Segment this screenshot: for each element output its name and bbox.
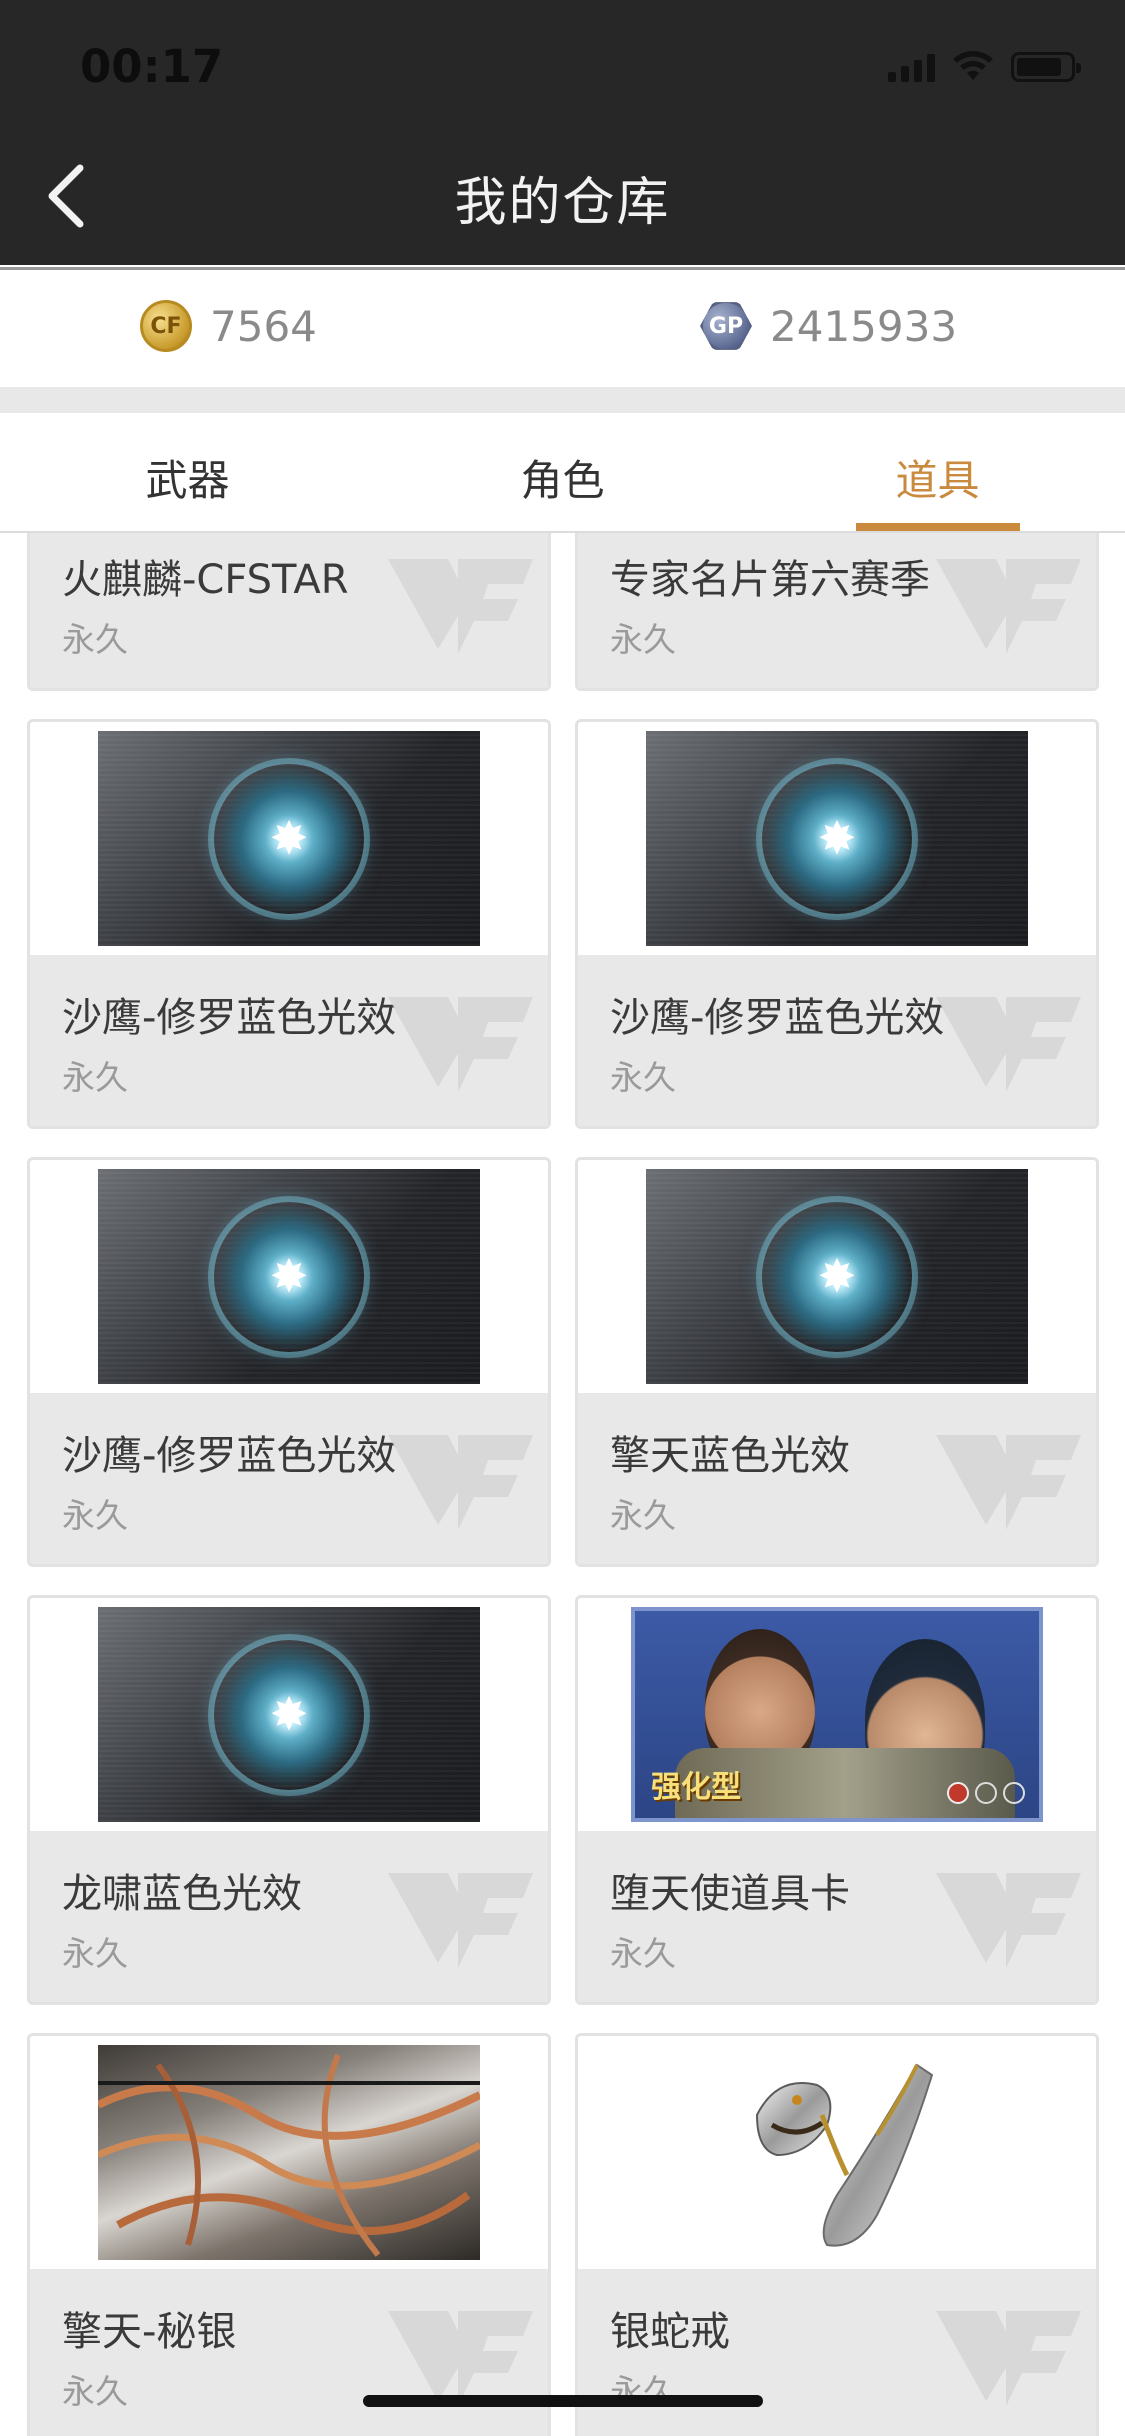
status-icons bbox=[888, 50, 1081, 82]
snake-ring-thumbnail bbox=[755, 2063, 934, 2247]
item-card[interactable]: 强化型 堕天使道具卡 永久 bbox=[575, 1595, 1099, 2005]
item-card[interactable]: 火麒麟-CFSTAR 永久 bbox=[27, 533, 551, 691]
tab-weapons[interactable]: 武器 bbox=[0, 413, 375, 531]
cf-logo-watermark-icon bbox=[388, 1435, 533, 1530]
item-card[interactable]: ✸ 龙啸蓝色光效 永久 bbox=[27, 1595, 551, 2005]
item-thumbnail: 强化型 bbox=[578, 1598, 1096, 1831]
item-info: 银蛇戒 永久 bbox=[578, 2269, 1096, 2436]
gp-coin-icon: GP bbox=[700, 302, 752, 350]
item-info: 龙啸蓝色光效 永久 bbox=[30, 1831, 548, 2002]
cf-logo-watermark-icon bbox=[936, 559, 1081, 654]
cf-coin-icon: CF bbox=[140, 300, 192, 352]
item-thumbnail: ✸ bbox=[30, 1160, 548, 1393]
item-info: 专家名片第六赛季 永久 bbox=[578, 533, 1096, 688]
top-bar: 00:17 我的仓库 bbox=[0, 0, 1125, 265]
character-card-thumbnail: 强化型 bbox=[631, 1607, 1043, 1822]
item-name: 沙鹰-修罗蓝色光效 bbox=[62, 1433, 397, 1479]
item-thumbnail bbox=[30, 2036, 548, 2269]
blue-effect-thumbnail: ✸ bbox=[98, 1607, 480, 1822]
gp-currency: GP 2415933 bbox=[700, 300, 957, 352]
item-card[interactable]: ✸ 擎天蓝色光效 永久 bbox=[575, 1157, 1099, 1567]
item-duration: 永久 bbox=[62, 1496, 128, 1535]
item-name: 龙啸蓝色光效 bbox=[62, 1871, 302, 1917]
cf-logo-watermark-icon bbox=[936, 2311, 1081, 2406]
item-name: 银蛇戒 bbox=[610, 2309, 730, 2355]
blue-effect-thumbnail: ✸ bbox=[98, 731, 480, 946]
cf-logo-watermark-icon bbox=[388, 1873, 533, 1968]
item-duration: 永久 bbox=[610, 1058, 676, 1097]
item-duration: 永久 bbox=[610, 1934, 676, 1973]
item-thumbnail: ✸ bbox=[578, 1160, 1096, 1393]
item-thumbnail bbox=[578, 2036, 1096, 2269]
cf-logo-watermark-icon bbox=[936, 1873, 1081, 1968]
item-thumbnail: ✸ bbox=[30, 722, 548, 955]
blue-effect-thumbnail: ✸ bbox=[98, 1169, 480, 1384]
item-info: 堕天使道具卡 永久 bbox=[578, 1831, 1096, 2002]
item-duration: 永久 bbox=[62, 1058, 128, 1097]
item-name: 擎天-秘银 bbox=[62, 2309, 237, 2355]
item-info: 擎天-秘银 永久 bbox=[30, 2269, 548, 2436]
item-info: 擎天蓝色光效 永久 bbox=[578, 1393, 1096, 1564]
cf-logo-watermark-icon bbox=[388, 559, 533, 654]
cf-logo-watermark-icon bbox=[388, 997, 533, 1092]
item-duration: 永久 bbox=[62, 620, 128, 659]
item-name: 火麒麟-CFSTAR bbox=[62, 557, 349, 603]
item-info: 沙鹰-修罗蓝色光效 永久 bbox=[30, 1393, 548, 1564]
cf-currency: CF 7564 bbox=[140, 300, 317, 352]
section-divider bbox=[0, 387, 1125, 413]
item-grid: 火麒麟-CFSTAR 永久 专家名片第六赛季 永久 ✸ 沙鹰-修罗蓝色光效 永久… bbox=[27, 533, 1099, 2436]
item-name: 沙鹰-修罗蓝色光效 bbox=[610, 995, 945, 1041]
status-time: 00:17 bbox=[80, 40, 224, 93]
blue-effect-thumbnail: ✸ bbox=[646, 1169, 1028, 1384]
item-name: 堕天使道具卡 bbox=[610, 1871, 850, 1917]
item-name: 擎天蓝色光效 bbox=[610, 1433, 850, 1479]
cf-logo-watermark-icon bbox=[936, 1435, 1081, 1530]
item-card[interactable]: 擎天-秘银 永久 bbox=[27, 2033, 551, 2436]
card-badge: 强化型 bbox=[651, 1770, 741, 1805]
item-info: 火麒麟-CFSTAR 永久 bbox=[30, 533, 548, 688]
cf-logo-watermark-icon bbox=[936, 997, 1081, 1092]
tab-characters[interactable]: 角色 bbox=[375, 413, 750, 531]
item-duration: 永久 bbox=[610, 620, 676, 659]
silver-skin-thumbnail bbox=[98, 2045, 480, 2260]
currency-row: CF 7564 GP 2415933 bbox=[0, 267, 1125, 387]
item-card[interactable]: 银蛇戒 永久 bbox=[575, 2033, 1099, 2436]
blue-effect-thumbnail: ✸ bbox=[646, 731, 1028, 946]
battery-icon bbox=[1011, 52, 1081, 82]
item-card[interactable]: ✸ 沙鹰-修罗蓝色光效 永久 bbox=[575, 719, 1099, 1129]
wifi-icon bbox=[953, 51, 993, 80]
item-thumbnail: ✸ bbox=[578, 722, 1096, 955]
item-list[interactable]: 火麒麟-CFSTAR 永久 专家名片第六赛季 永久 ✸ 沙鹰-修罗蓝色光效 永久… bbox=[0, 533, 1125, 2436]
cellular-signal-icon bbox=[888, 52, 935, 82]
item-name: 专家名片第六赛季 bbox=[610, 557, 930, 603]
tab-items[interactable]: 道具 bbox=[750, 413, 1125, 531]
item-info: 沙鹰-修罗蓝色光效 永久 bbox=[30, 955, 548, 1126]
item-duration: 永久 bbox=[62, 2372, 128, 2411]
item-name: 沙鹰-修罗蓝色光效 bbox=[62, 995, 397, 1041]
category-tabs: 武器 角色 道具 bbox=[0, 413, 1125, 533]
item-thumbnail: ✸ bbox=[30, 1598, 548, 1831]
item-duration: 永久 bbox=[62, 1934, 128, 1973]
gp-currency-value: 2415933 bbox=[770, 301, 958, 351]
item-card[interactable]: 专家名片第六赛季 永久 bbox=[575, 533, 1099, 691]
item-info: 沙鹰-修罗蓝色光效 永久 bbox=[578, 955, 1096, 1126]
item-duration: 永久 bbox=[610, 1496, 676, 1535]
item-card[interactable]: ✸ 沙鹰-修罗蓝色光效 永久 bbox=[27, 719, 551, 1129]
page-title: 我的仓库 bbox=[454, 173, 671, 233]
item-card[interactable]: ✸ 沙鹰-修罗蓝色光效 永久 bbox=[27, 1157, 551, 1567]
home-indicator[interactable] bbox=[363, 2395, 763, 2407]
cf-currency-value: 7564 bbox=[210, 301, 317, 351]
